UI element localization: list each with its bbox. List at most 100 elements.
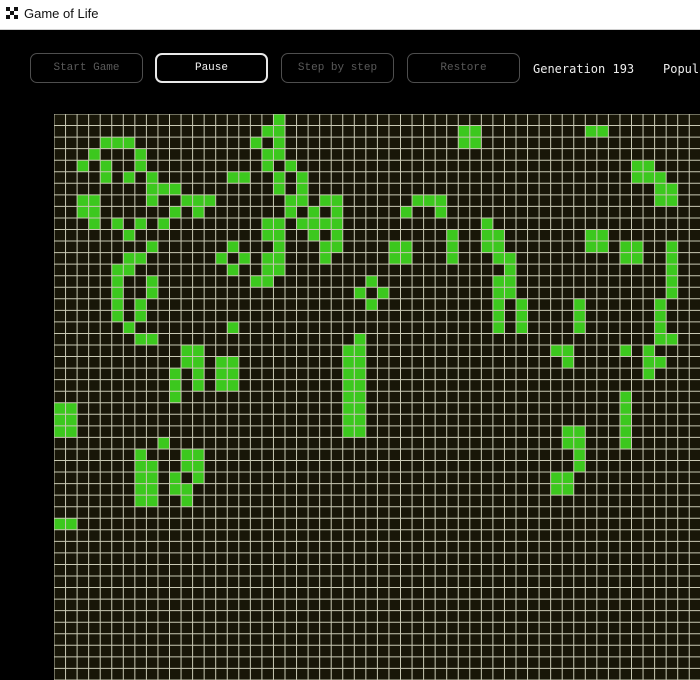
live-cell[interactable] [88, 194, 101, 207]
live-cell[interactable] [134, 483, 147, 496]
live-cell[interactable] [354, 391, 366, 403]
live-cell[interactable] [596, 241, 609, 253]
live-cell[interactable] [342, 368, 355, 380]
step-by-step-button[interactable]: Step by step [281, 53, 394, 83]
live-cell[interactable] [296, 183, 309, 195]
live-cell[interactable] [596, 229, 609, 242]
live-cell[interactable] [631, 160, 644, 172]
live-cell[interactable] [273, 171, 285, 184]
live-cell[interactable] [504, 287, 516, 299]
live-cell[interactable] [77, 194, 89, 207]
live-cell[interactable] [238, 252, 251, 265]
live-cell[interactable] [654, 171, 667, 184]
live-cell[interactable] [619, 437, 632, 449]
live-cell[interactable] [134, 160, 147, 172]
live-cell[interactable] [169, 483, 182, 496]
live-cell[interactable] [331, 241, 343, 253]
live-cell[interactable] [134, 298, 147, 311]
live-cell[interactable] [181, 495, 193, 507]
live-cell[interactable] [654, 321, 667, 334]
live-cell[interactable] [100, 137, 112, 149]
live-cell[interactable] [273, 125, 285, 138]
live-cell[interactable] [54, 402, 66, 415]
live-cell[interactable] [123, 264, 135, 276]
live-cell[interactable] [573, 460, 586, 473]
live-cell[interactable] [146, 460, 158, 473]
live-cell[interactable] [619, 252, 632, 265]
live-cell[interactable] [146, 495, 158, 507]
live-cell[interactable] [273, 264, 285, 276]
live-cell[interactable] [654, 310, 667, 322]
live-cell[interactable] [492, 252, 505, 265]
live-cell[interactable] [458, 125, 470, 138]
live-cell[interactable] [134, 460, 147, 473]
live-cell[interactable] [261, 125, 274, 138]
live-cell[interactable] [365, 298, 378, 311]
live-cell[interactable] [192, 345, 205, 357]
live-cell[interactable] [423, 194, 436, 207]
live-cell[interactable] [65, 518, 78, 530]
live-cell[interactable] [400, 252, 413, 265]
live-cell[interactable] [365, 275, 378, 288]
live-cell[interactable] [643, 345, 655, 357]
live-cell[interactable] [146, 183, 158, 195]
live-cell[interactable] [169, 379, 182, 392]
live-cell[interactable] [619, 391, 632, 403]
live-cell[interactable] [446, 241, 459, 253]
live-cell[interactable] [100, 160, 112, 172]
live-cell[interactable] [550, 472, 563, 484]
live-cell[interactable] [123, 321, 135, 334]
live-cell[interactable] [354, 368, 366, 380]
live-cell[interactable] [146, 333, 158, 345]
live-cell[interactable] [123, 229, 135, 242]
live-cell[interactable] [666, 275, 678, 288]
live-cell[interactable] [215, 368, 228, 380]
live-cell[interactable] [215, 252, 228, 265]
live-cell[interactable] [492, 241, 505, 253]
live-cell[interactable] [619, 425, 632, 438]
live-cell[interactable] [192, 460, 205, 473]
live-cell[interactable] [654, 194, 667, 207]
live-cell[interactable] [146, 287, 158, 299]
live-cell[interactable] [111, 264, 124, 276]
live-cell[interactable] [469, 137, 482, 149]
live-cell[interactable] [516, 298, 528, 311]
live-cell[interactable] [504, 275, 516, 288]
live-cell[interactable] [192, 356, 205, 369]
live-cell[interactable] [192, 368, 205, 380]
live-cell[interactable] [666, 264, 678, 276]
live-cell[interactable] [261, 264, 274, 276]
live-cell[interactable] [296, 194, 309, 207]
live-cell[interactable] [458, 137, 470, 149]
live-cell[interactable] [342, 425, 355, 438]
live-cell[interactable] [619, 345, 632, 357]
live-cell[interactable] [261, 217, 274, 230]
live-cell[interactable] [342, 356, 355, 369]
live-cell[interactable] [88, 206, 101, 218]
live-cell[interactable] [273, 217, 285, 230]
live-cell[interactable] [181, 448, 193, 461]
live-cell[interactable] [134, 472, 147, 484]
live-cell[interactable] [666, 183, 678, 195]
live-cell[interactable] [631, 241, 644, 253]
live-cell[interactable] [169, 368, 182, 380]
live-cell[interactable] [88, 148, 101, 161]
live-cell[interactable] [550, 345, 563, 357]
live-cell[interactable] [192, 472, 205, 484]
live-cell[interactable] [342, 345, 355, 357]
live-cell[interactable] [562, 425, 574, 438]
live-cell[interactable] [227, 379, 239, 392]
live-cell[interactable] [227, 241, 239, 253]
live-cell[interactable] [319, 252, 332, 265]
live-cell[interactable] [273, 241, 285, 253]
live-cell[interactable] [181, 483, 193, 496]
live-cell[interactable] [111, 298, 124, 311]
live-cell[interactable] [342, 391, 355, 403]
live-cell[interactable] [666, 287, 678, 299]
live-cell[interactable] [111, 310, 124, 322]
live-cell[interactable] [619, 402, 632, 415]
live-cell[interactable] [54, 425, 66, 438]
live-cell[interactable] [573, 448, 586, 461]
live-cell[interactable] [273, 229, 285, 242]
live-cell[interactable] [469, 125, 482, 138]
